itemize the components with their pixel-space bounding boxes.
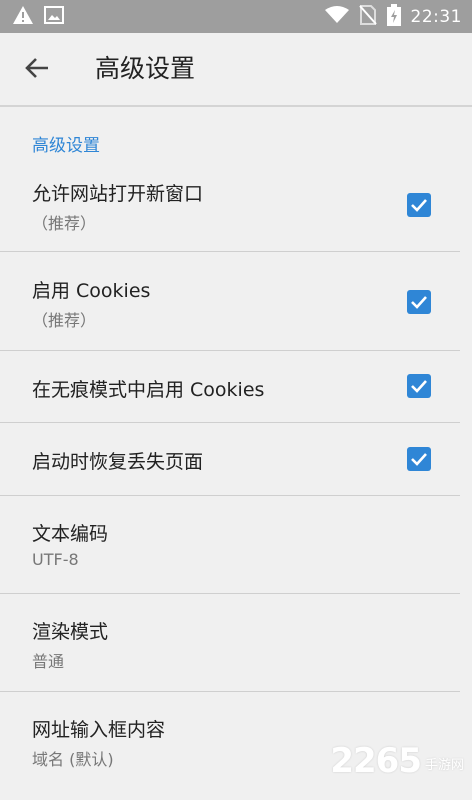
checkbox-restore-pages[interactable] — [407, 447, 431, 471]
pref-restore-pages[interactable]: 启动时恢复丢失页面 — [0, 423, 472, 495]
pref-title: 文本编码 — [32, 523, 109, 545]
screen: 22:31 高级设置 高级设置 允许网站打开新窗口 （推荐） 启用 Cookie… — [0, 0, 472, 800]
status-bar: 22:31 — [0, 0, 472, 33]
toolbar-divider — [0, 105, 472, 107]
pref-title: 允许网站打开新窗口 — [32, 183, 204, 205]
no-sim-icon — [358, 5, 377, 29]
checkbox-incognito-cookies[interactable] — [407, 374, 431, 398]
pref-summary: （推荐） — [32, 214, 97, 233]
pref-enable-cookies[interactable]: 启用 Cookies （推荐） — [0, 252, 472, 350]
wifi-icon — [324, 6, 349, 28]
image-icon — [44, 6, 64, 28]
pref-summary: UTF-8 — [32, 550, 79, 569]
pref-title: 在无痕模式中启用 Cookies — [32, 379, 265, 401]
pref-text-encoding[interactable]: 文本编码 UTF-8 — [0, 496, 472, 593]
pref-allow-new-windows[interactable]: 允许网站打开新窗口 （推荐） — [0, 162, 472, 252]
page-title: 高级设置 — [95, 54, 196, 83]
pref-summary: 域名 (默认) — [32, 750, 114, 769]
pref-title: 渲染模式 — [32, 621, 109, 643]
arrow-back-icon — [24, 56, 50, 84]
status-right: 22:31 — [324, 4, 463, 30]
battery-charging-icon — [386, 4, 401, 30]
watermark-text: 手游网 — [424, 758, 464, 773]
pref-summary: 普通 — [32, 652, 65, 671]
pref-title: 启动时恢复丢失页面 — [32, 451, 204, 473]
pref-render-mode[interactable]: 渲染模式 普通 — [0, 594, 472, 691]
back-button[interactable] — [22, 55, 52, 85]
warning-icon — [12, 5, 34, 29]
pref-title: 启用 Cookies — [32, 280, 151, 302]
checkbox-allow-new-windows[interactable] — [407, 193, 431, 217]
pref-summary: （推荐） — [32, 311, 97, 330]
watermark-logo: 2265 手游网 — [330, 744, 464, 778]
checkbox-enable-cookies[interactable] — [407, 290, 431, 314]
status-left — [12, 5, 64, 29]
watermark-number: 2265 — [330, 741, 422, 781]
status-time: 22:31 — [410, 7, 462, 27]
section-header: 高级设置 — [32, 136, 100, 156]
pref-incognito-cookies[interactable]: 在无痕模式中启用 Cookies — [0, 351, 472, 422]
pref-title: 网址输入框内容 — [32, 719, 166, 741]
toolbar: 高级设置 — [0, 33, 472, 105]
